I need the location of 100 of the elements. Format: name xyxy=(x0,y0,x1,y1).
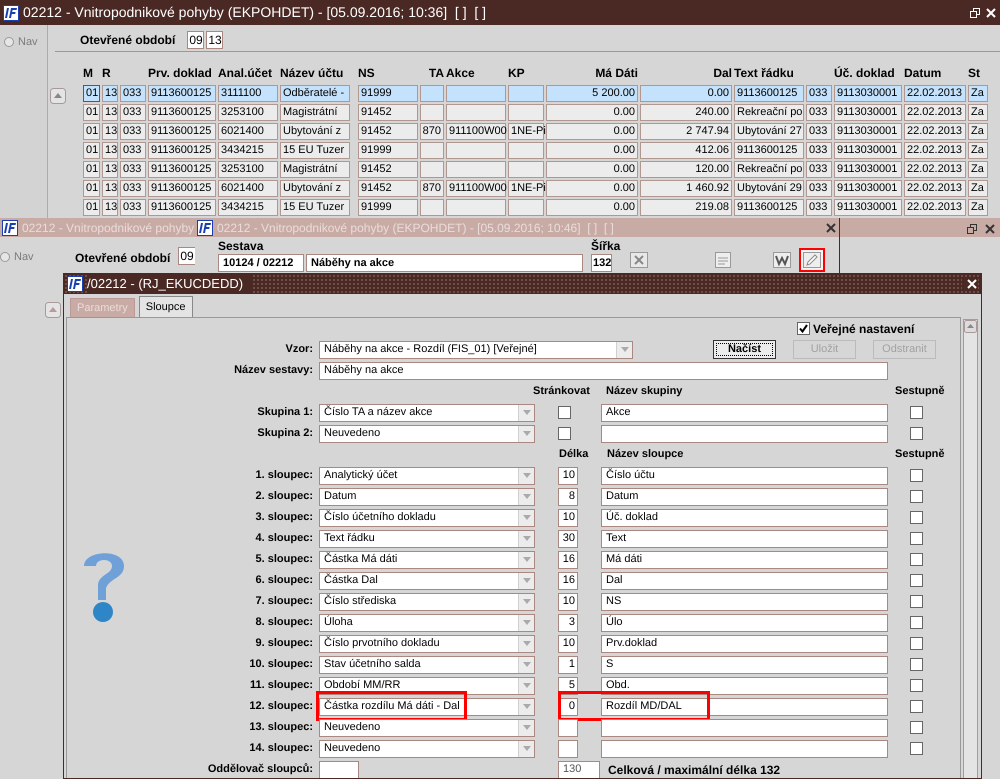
checkbox[interactable] xyxy=(558,427,571,440)
close-icon[interactable] xyxy=(825,222,837,234)
dropdown[interactable]: Neuvedeno xyxy=(319,718,535,736)
dropdown[interactable]: Číslo TA a název akce xyxy=(319,404,535,422)
year-field[interactable]: 13 xyxy=(206,31,224,49)
caret-icon[interactable] xyxy=(522,473,530,478)
scroll-up-button[interactable] xyxy=(964,320,977,333)
text-field[interactable]: S xyxy=(601,656,888,674)
text-field[interactable]: Obd. xyxy=(601,676,888,694)
caret-icon[interactable] xyxy=(522,704,530,709)
text-field[interactable]: Prv.doklad xyxy=(601,634,888,652)
toolbar-button[interactable] xyxy=(799,248,826,272)
checkbox[interactable] xyxy=(797,322,810,335)
caret-icon[interactable] xyxy=(522,515,530,520)
text-field[interactable] xyxy=(601,740,888,758)
checkbox[interactable] xyxy=(910,721,923,734)
text-field[interactable] xyxy=(319,760,359,778)
checkbox[interactable] xyxy=(910,595,923,608)
caret-icon[interactable] xyxy=(522,557,530,562)
checkbox[interactable] xyxy=(910,406,923,419)
text-field[interactable]: NS xyxy=(601,592,888,610)
checkbox[interactable] xyxy=(910,574,923,587)
caret-icon[interactable] xyxy=(522,410,530,415)
checkbox[interactable] xyxy=(910,637,923,650)
text-field[interactable]: Akce xyxy=(601,404,888,422)
text-field[interactable]: Číslo účtu xyxy=(601,466,888,484)
dropdown[interactable]: Stav účetního salda xyxy=(319,656,535,674)
close-icon[interactable] xyxy=(984,223,996,235)
caret-icon[interactable] xyxy=(522,746,530,751)
length-field[interactable]: 130 xyxy=(558,760,600,778)
caret-icon[interactable] xyxy=(522,662,530,667)
length-field[interactable]: 16 xyxy=(558,572,578,590)
dropdown[interactable]: Neuvedeno xyxy=(319,424,535,442)
length-field[interactable] xyxy=(558,740,578,758)
text-field[interactable]: Datum xyxy=(601,488,888,506)
text-field[interactable] xyxy=(601,718,888,736)
length-field[interactable]: 3 xyxy=(558,614,578,632)
caret-icon[interactable] xyxy=(522,494,530,499)
checkbox[interactable] xyxy=(910,490,923,503)
month-field[interactable]: 09 xyxy=(178,247,196,265)
month-field[interactable]: 09 xyxy=(187,31,204,49)
checkbox[interactable] xyxy=(910,532,923,545)
checkbox[interactable] xyxy=(910,511,923,524)
checkbox[interactable] xyxy=(910,553,923,566)
restore-icon[interactable] xyxy=(969,6,981,18)
caret-icon[interactable] xyxy=(522,599,530,604)
dropdown[interactable]: Částka Má dáti xyxy=(319,550,535,568)
checkbox[interactable] xyxy=(910,427,923,440)
caret-icon[interactable] xyxy=(522,725,530,730)
radio-button[interactable] xyxy=(0,252,10,262)
radio-button[interactable] xyxy=(4,37,14,48)
report-code-field[interactable]: 10124 / 02212 xyxy=(218,254,304,272)
scroll-up-button[interactable] xyxy=(45,302,61,318)
caret-icon[interactable] xyxy=(522,578,530,583)
checkbox[interactable] xyxy=(910,616,923,629)
dropdown[interactable]: Částka rozdílu Má dáti - Dal xyxy=(319,698,535,716)
length-field[interactable]: 10 xyxy=(558,466,578,484)
length-field[interactable]: 10 xyxy=(558,592,578,610)
dropdown[interactable]: Číslo účetního dokladu xyxy=(319,508,535,526)
caret-icon[interactable] xyxy=(522,431,530,436)
text-field[interactable]: Text xyxy=(601,530,888,548)
checkbox[interactable] xyxy=(910,742,923,755)
dropdown[interactable]: Číslo střediska xyxy=(319,592,535,610)
text-field[interactable]: Úlo xyxy=(601,614,888,632)
dropdown[interactable]: Datum xyxy=(319,488,535,506)
caret-icon[interactable] xyxy=(522,641,530,646)
length-field[interactable]: 8 xyxy=(558,488,578,506)
length-field[interactable]: 30 xyxy=(558,530,578,548)
dropdown[interactable]: Částka Dal xyxy=(319,572,535,590)
text-field[interactable]: Dal xyxy=(601,572,888,590)
length-field[interactable]: 16 xyxy=(558,550,578,568)
dropdown[interactable]: Náběhy na akce - Rozdíl (FIS_01) [Veřejné] xyxy=(319,340,633,358)
button[interactable]: Načíst xyxy=(713,340,776,359)
length-field[interactable]: 10 xyxy=(558,508,578,526)
text-field[interactable] xyxy=(601,424,888,442)
text-field[interactable]: Náběhy na akce xyxy=(319,362,888,380)
length-field[interactable]: 1 xyxy=(558,656,578,674)
scrollbar[interactable] xyxy=(963,319,978,778)
dropdown[interactable]: Text řádku xyxy=(319,530,535,548)
dropdown[interactable]: Úloha xyxy=(319,614,535,632)
checkbox[interactable] xyxy=(910,700,923,713)
scroll-up-button[interactable] xyxy=(50,88,66,104)
checkbox[interactable] xyxy=(910,679,923,692)
length-field[interactable] xyxy=(558,718,578,736)
caret-icon[interactable] xyxy=(522,536,530,541)
dropdown[interactable]: Číslo prvotního dokladu xyxy=(319,634,535,652)
tab[interactable]: Sloupce xyxy=(138,296,193,317)
text-field[interactable]: Rozdíl MD/DAL xyxy=(601,698,888,716)
caret-icon[interactable] xyxy=(522,683,530,688)
checkbox[interactable] xyxy=(558,406,571,419)
restore-icon[interactable] xyxy=(966,223,978,235)
caret-icon[interactable] xyxy=(522,620,530,625)
checkbox[interactable] xyxy=(910,658,923,671)
text-field[interactable]: Má dáti xyxy=(601,550,888,568)
report-name-field[interactable]: Náběhy na akce xyxy=(306,254,583,272)
caret-icon[interactable] xyxy=(620,347,628,352)
checkbox[interactable] xyxy=(910,469,923,482)
width-field[interactable]: 132 xyxy=(591,254,612,272)
dropdown[interactable]: Analytický účet xyxy=(319,466,535,484)
dropdown[interactable]: Neuvedeno xyxy=(319,740,535,758)
